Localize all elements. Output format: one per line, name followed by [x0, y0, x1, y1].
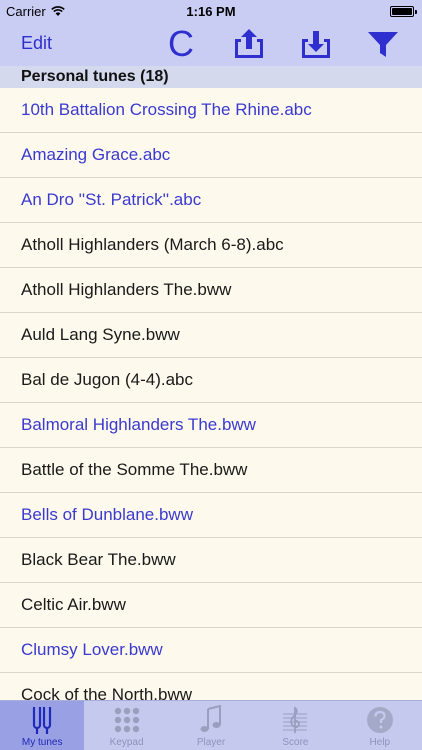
tune-name: Balmoral Highlanders The.bww [21, 415, 256, 434]
tune-name: Amazing Grace.abc [21, 145, 171, 164]
list-item[interactable]: Battle of the Somme The.bww [0, 448, 422, 493]
list-item[interactable]: An Dro ''St. Patrick''.abc [0, 178, 422, 223]
tab-label: Keypad [109, 737, 144, 748]
tune-name: Bells of Dunblane.bww [21, 505, 193, 524]
tune-name: Atholl Highlanders The.bww [21, 280, 232, 299]
status-time: 1:16 PM [186, 4, 236, 19]
download-button[interactable] [297, 26, 335, 62]
tab-label: Player [196, 737, 226, 748]
tune-name: Celtic Air.bww [21, 595, 126, 614]
tab-score[interactable]: Score [253, 701, 337, 750]
tab-label: My tunes [21, 737, 63, 748]
list-item[interactable]: Bells of Dunblane.bww [0, 493, 422, 538]
tune-name: Bal de Jugon (4-4).abc [21, 370, 193, 389]
list-item[interactable]: Clumsy Lover.bww [0, 628, 422, 673]
music-note-icon [200, 705, 222, 732]
c-button[interactable]: C [164, 23, 198, 64]
list-item[interactable]: Cock of the North.bww [0, 673, 422, 700]
list-item[interactable]: Amazing Grace.abc [0, 133, 422, 178]
tune-name: Battle of the Somme The.bww [21, 460, 248, 479]
tune-name: An Dro ''St. Patrick''.abc [21, 190, 202, 209]
list-item[interactable]: Balmoral Highlanders The.bww [0, 403, 422, 448]
treble-clef-icon [283, 706, 308, 733]
list-item[interactable]: Auld Lang Syne.bww [0, 313, 422, 358]
filter-button[interactable] [364, 26, 402, 62]
list-item[interactable]: Bal de Jugon (4-4).abc [0, 358, 422, 403]
tab-label: Score [282, 737, 309, 748]
battery-icon [390, 6, 417, 17]
tab-bar: My tunes Keypad Player Score Help [0, 700, 422, 750]
list-item[interactable]: Black Bear The.bww [0, 538, 422, 583]
tune-name: 10th Battalion Crossing The Rhine.abc [21, 100, 312, 119]
status-bar: Carrier 1:16 PM [0, 0, 422, 22]
download-icon [302, 31, 330, 58]
tuning-fork-icon [33, 707, 52, 734]
upload-button[interactable] [230, 26, 268, 62]
tab-keypad[interactable]: Keypad [84, 701, 168, 750]
tune-name: Cock of the North.bww [21, 685, 193, 700]
tune-name: Black Bear The.bww [21, 550, 176, 569]
list-item[interactable]: Atholl Highlanders The.bww [0, 268, 422, 313]
tune-list[interactable]: 10th Battalion Crossing The Rhine.abc Am… [0, 88, 422, 700]
tab-player[interactable]: Player [169, 701, 253, 750]
c-label: C [168, 23, 194, 64]
upload-icon [235, 29, 263, 58]
edit-button[interactable]: Edit [21, 33, 52, 54]
help-icon [366, 707, 393, 733]
section-header-personal-tunes: Personal tunes (18) [0, 66, 422, 88]
list-item[interactable]: Atholl Highlanders (March 6-8).abc [0, 223, 422, 268]
tune-name: Atholl Highlanders (March 6-8).abc [21, 235, 284, 254]
list-item[interactable]: 10th Battalion Crossing The Rhine.abc [0, 88, 422, 133]
tab-help[interactable]: Help [338, 701, 422, 750]
tune-name: Clumsy Lover.bww [21, 640, 163, 659]
keypad-icon [114, 707, 139, 733]
list-item[interactable]: Celtic Air.bww [0, 583, 422, 628]
tab-label: Help [369, 737, 391, 748]
nav-bar: Edit C [0, 22, 422, 66]
tab-my-tunes[interactable]: My tunes [0, 701, 85, 750]
filter-icon [368, 32, 398, 57]
tune-name: Auld Lang Syne.bww [21, 325, 180, 344]
